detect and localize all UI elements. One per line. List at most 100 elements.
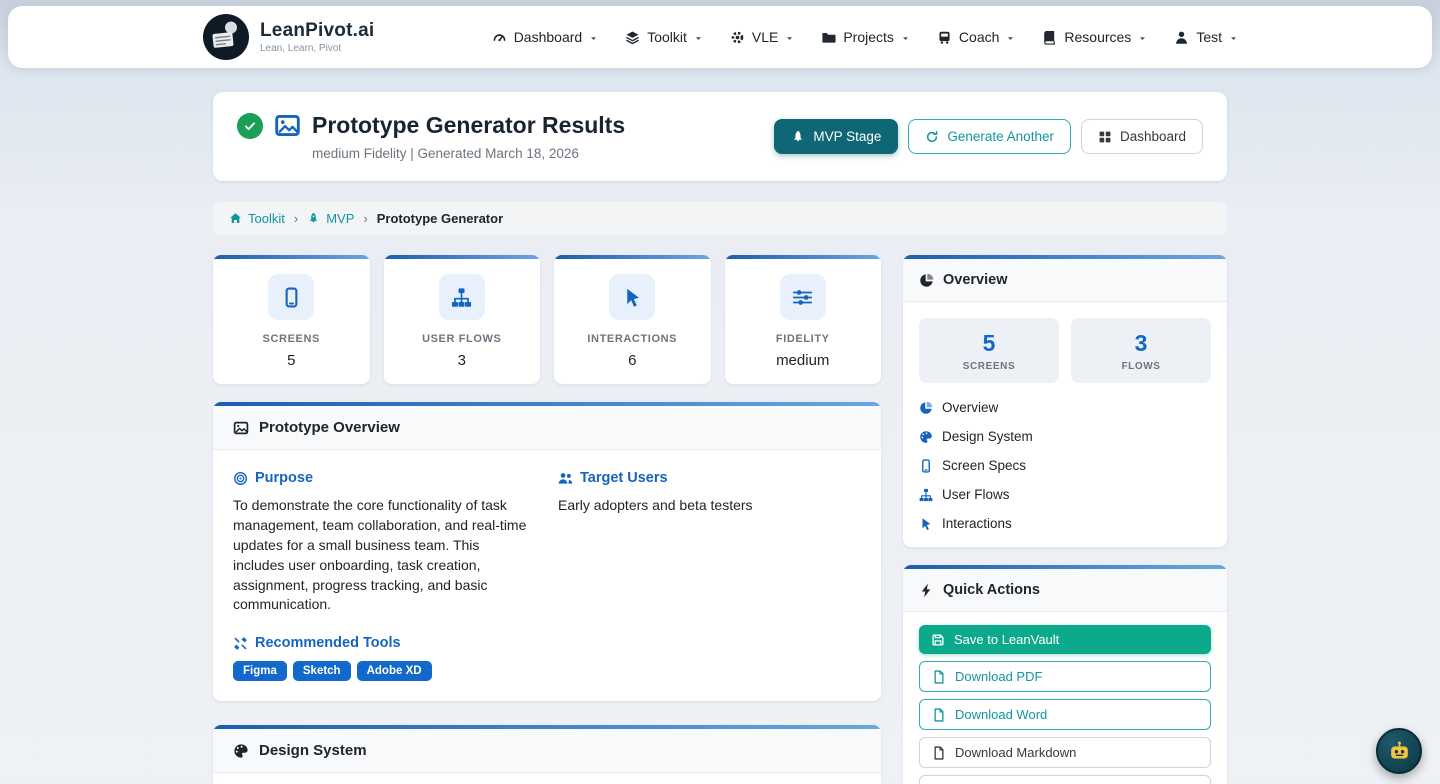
palette-icon [233, 743, 249, 759]
brand-name: LeanPivot.ai [260, 20, 374, 42]
mini-stat-label: FLOWS [1079, 361, 1203, 372]
sidebar-link-label: Overview [942, 400, 998, 415]
stat-card-screens: SCREENS 5 [213, 255, 370, 384]
main-nav: Dashboard Toolkit VLE Projects Coach [492, 29, 1238, 45]
save-icon [931, 633, 945, 647]
mini-stat-value: 3 [1079, 330, 1203, 357]
stat-card-user-flows: USER FLOWS 3 [384, 255, 541, 384]
stat-icon-tile [439, 274, 485, 320]
sidebar-link-label: Design System [942, 429, 1033, 444]
download-markdown-button[interactable]: Download Markdown [919, 737, 1211, 768]
sidebar-link-interactions[interactable]: Interactions [919, 516, 1211, 531]
action-label: Save to LeanVault [954, 632, 1059, 647]
brand-mascot-icon [202, 13, 250, 61]
nav-label-toolkit: Toolkit [647, 29, 687, 45]
dashboard-button[interactable]: Dashboard [1081, 119, 1203, 154]
cursor-icon [622, 287, 643, 308]
palette-icon [919, 430, 933, 444]
results-header-left: Prototype Generator Results medium Fidel… [237, 112, 625, 161]
mini-stat-screens: 5 SCREENS [919, 318, 1059, 383]
nav-item-toolkit[interactable]: Toolkit [625, 29, 703, 45]
stat-icon-tile [780, 274, 826, 320]
recommended-tools-heading: Recommended Tools [233, 635, 533, 651]
nav-item-projects[interactable]: Projects [821, 29, 910, 45]
nav-label-projects: Projects [843, 29, 894, 45]
sidebar-link-user-flows[interactable]: User Flows [919, 487, 1211, 502]
quick-actions-card: Quick Actions Save to LeanVault Download… [903, 565, 1227, 784]
target-icon [233, 471, 248, 486]
lightning-icon [919, 583, 934, 598]
nav-label-vle: VLE [752, 29, 778, 45]
stat-icon-tile [268, 274, 314, 320]
header-buttons: MVP Stage Generate Another Dashboard [774, 119, 1203, 154]
brand-logo[interactable]: LeanPivot.ai Lean, Learn, Pivot [202, 13, 374, 61]
sidebar-link-design-system[interactable]: Design System [919, 429, 1211, 444]
overview-card-title: Overview [943, 272, 1008, 288]
breadcrumb-label: Toolkit [248, 211, 285, 226]
chevron-down-icon [1229, 34, 1238, 43]
stat-value: 5 [221, 352, 362, 369]
tool-badge-figma: Figma [233, 661, 287, 681]
mvp-stage-button[interactable]: MVP Stage [774, 119, 898, 154]
nav-label-resources: Resources [1064, 29, 1131, 45]
overview-links: Overview Design System Screen Specs [919, 400, 1211, 531]
chevron-down-icon [1006, 34, 1015, 43]
window-icon [233, 420, 249, 436]
pie-chart-icon [919, 273, 934, 288]
sidebar-link-label: Interactions [942, 516, 1012, 531]
nav-item-coach[interactable]: Coach [937, 29, 1015, 45]
design-system-card: Design System Color Palette [213, 725, 881, 784]
sliders-icon [792, 287, 813, 308]
target-users-column: Target Users Early adopters and beta tes… [558, 470, 861, 681]
brand-tagline: Lean, Learn, Pivot [260, 43, 374, 54]
mini-stat-value: 5 [927, 330, 1051, 357]
success-check-icon [237, 113, 263, 139]
purpose-text: To demonstrate the core functionality of… [233, 496, 533, 615]
sidebar-link-overview[interactable]: Overview [919, 400, 1211, 415]
nav-item-vle[interactable]: VLE [730, 29, 794, 45]
left-column: SCREENS 5 USER FLOWS 3 I [213, 255, 881, 784]
export-json-button[interactable]: Export JSON [919, 775, 1211, 784]
breadcrumb-current: Prototype Generator [377, 211, 503, 226]
bus-icon [937, 30, 952, 45]
stat-value: 6 [562, 352, 703, 369]
robot-icon [1386, 738, 1413, 765]
user-icon [1174, 30, 1189, 45]
pie-chart-icon [919, 401, 933, 415]
grid-icon [1098, 130, 1112, 144]
sidebar-link-screen-specs[interactable]: Screen Specs [919, 458, 1211, 473]
chevron-down-icon [785, 34, 794, 43]
main-content: Prototype Generator Results medium Fidel… [213, 92, 1227, 784]
nav-item-resources[interactable]: Resources [1042, 29, 1147, 45]
breadcrumb-separator: › [363, 211, 367, 226]
purpose-heading: Purpose [233, 470, 533, 486]
prototype-overview-header: Prototype Overview [213, 406, 881, 450]
rocket-icon [307, 212, 320, 225]
nav-item-dashboard[interactable]: Dashboard [492, 29, 599, 45]
overview-card: Overview 5 SCREENS 3 FLOWS [903, 255, 1227, 547]
sitemap-icon [451, 287, 472, 308]
breadcrumb-mvp[interactable]: MVP [307, 211, 354, 226]
nav-label-dashboard: Dashboard [514, 29, 583, 45]
chevron-down-icon [694, 34, 703, 43]
breadcrumb-toolkit[interactable]: Toolkit [229, 211, 285, 226]
action-label: Download Markdown [955, 745, 1076, 760]
save-to-leanvault-button[interactable]: Save to LeanVault [919, 625, 1211, 654]
recommended-tools-title: Recommended Tools [255, 635, 401, 651]
book-icon [1042, 30, 1057, 45]
nav-item-test[interactable]: Test [1174, 29, 1238, 45]
quick-actions-list: Save to LeanVault Download PDF Download … [903, 612, 1227, 784]
chat-assistant-fab[interactable] [1376, 728, 1422, 774]
purpose-title: Purpose [255, 470, 313, 486]
stats-row: SCREENS 5 USER FLOWS 3 I [213, 255, 881, 384]
gears-icon [730, 30, 745, 45]
right-sidebar: Overview 5 SCREENS 3 FLOWS [903, 255, 1227, 784]
download-pdf-button[interactable]: Download PDF [919, 661, 1211, 692]
stat-label: INTERACTIONS [562, 333, 703, 345]
generate-another-button[interactable]: Generate Another [908, 119, 1071, 154]
tools-icon [233, 636, 248, 651]
page-title: Prototype Generator Results [312, 112, 625, 139]
download-word-button[interactable]: Download Word [919, 699, 1211, 730]
sitemap-icon [919, 488, 933, 502]
chevron-down-icon [589, 34, 598, 43]
